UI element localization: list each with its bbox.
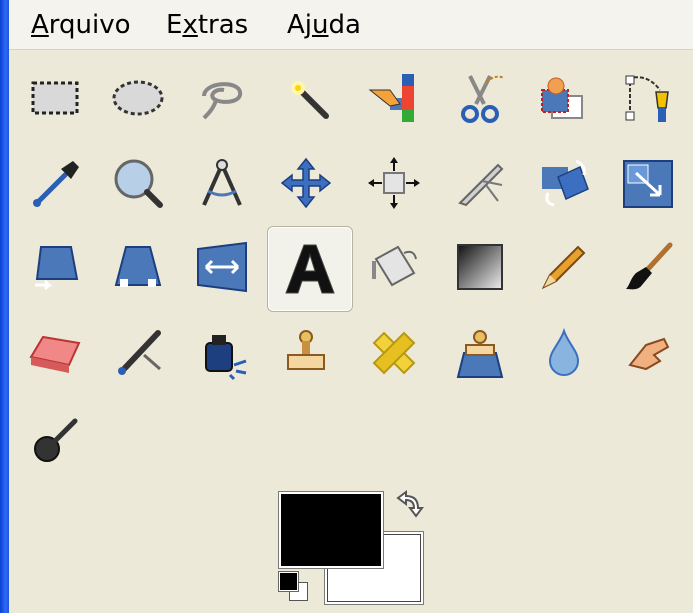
zoom-icon [114,159,163,208]
tool-zoom[interactable] [96,141,180,225]
mnemonic: x [182,10,198,40]
tool-rotate[interactable] [522,141,606,225]
scale-icon [623,160,673,208]
tool-scale[interactable] [606,141,690,225]
tool-ink[interactable] [180,311,264,395]
tool-smudge[interactable] [606,311,690,395]
heal-icon [372,331,416,375]
default-colors-button[interactable] [278,571,312,605]
flip-icon [197,241,247,293]
airbrush-icon [118,330,161,375]
tool-eraser[interactable] [13,311,97,395]
foreground-select-icon [541,77,583,119]
tool-scissors[interactable] [438,56,522,140]
swap-colors-icon[interactable] [388,490,428,528]
window-border [0,0,9,613]
free-select-icon [202,82,243,120]
color-picker-icon [33,161,79,207]
perspective-icon [114,246,162,287]
tool-color-select[interactable] [352,56,436,140]
bucket-fill-icon [372,245,417,287]
tool-measure[interactable] [180,141,264,225]
tool-ellipse-select[interactable] [96,56,180,140]
fuzzy-select-icon [291,81,329,119]
tool-blend[interactable] [438,225,522,309]
tool-pencil[interactable] [522,225,606,309]
tool-align[interactable] [352,141,436,225]
color-select-icon [368,74,414,122]
tool-shear[interactable] [13,225,97,309]
rect-select-icon [31,81,79,115]
tool-airbrush[interactable] [96,311,180,395]
tool-clone[interactable] [264,311,348,395]
tool-perspective-clone[interactable] [438,311,522,395]
clone-icon [287,330,325,370]
blur-icon [548,327,580,376]
mini-foreground-swatch [278,571,299,592]
tool-perspective[interactable] [96,225,180,309]
dodge-burn-icon [34,418,78,462]
shear-icon [35,246,79,291]
crop-icon [458,163,504,207]
mnemonic: u [312,10,329,40]
menubar: Arquivo Extras Ajuda [9,0,693,50]
text-icon [285,244,335,294]
tool-heal[interactable] [352,311,436,395]
menu-extras[interactable]: Extras [166,10,248,40]
measure-icon [202,159,242,206]
tool-rect-select[interactable] [13,56,97,140]
smudge-icon [628,337,670,371]
paintbrush-icon [626,242,673,290]
tool-free-select[interactable] [180,56,264,140]
tool-dodge-burn[interactable] [13,397,97,481]
mnemonic: A [31,10,49,40]
tool-bucket-fill[interactable] [352,225,436,309]
scissors-icon [461,75,505,123]
foreground-color-swatch[interactable] [278,491,384,569]
tool-move[interactable] [264,141,348,225]
tool-crop[interactable] [438,141,522,225]
tool-blur[interactable] [522,311,606,395]
tool-paths[interactable] [606,56,690,140]
tool-color-picker[interactable] [13,141,97,225]
pencil-icon [541,245,586,290]
menu-arquivo[interactable]: Arquivo [31,10,131,40]
ink-icon [205,335,247,381]
tool-flip[interactable] [180,225,264,309]
eraser-icon [29,335,81,373]
perspective-clone-icon [456,330,504,378]
align-icon [368,157,420,209]
tool-fuzzy-select[interactable] [264,56,348,140]
tool-text[interactable] [267,226,353,312]
tool-paintbrush[interactable] [606,225,690,309]
menu-ajuda[interactable]: Ajuda [287,10,361,40]
rotate-icon [542,159,589,207]
tool-foreground-select[interactable] [522,56,606,140]
paths-icon [625,75,669,122]
blend-icon [457,244,503,290]
ellipse-select-icon [112,80,164,116]
move-icon [280,157,332,209]
